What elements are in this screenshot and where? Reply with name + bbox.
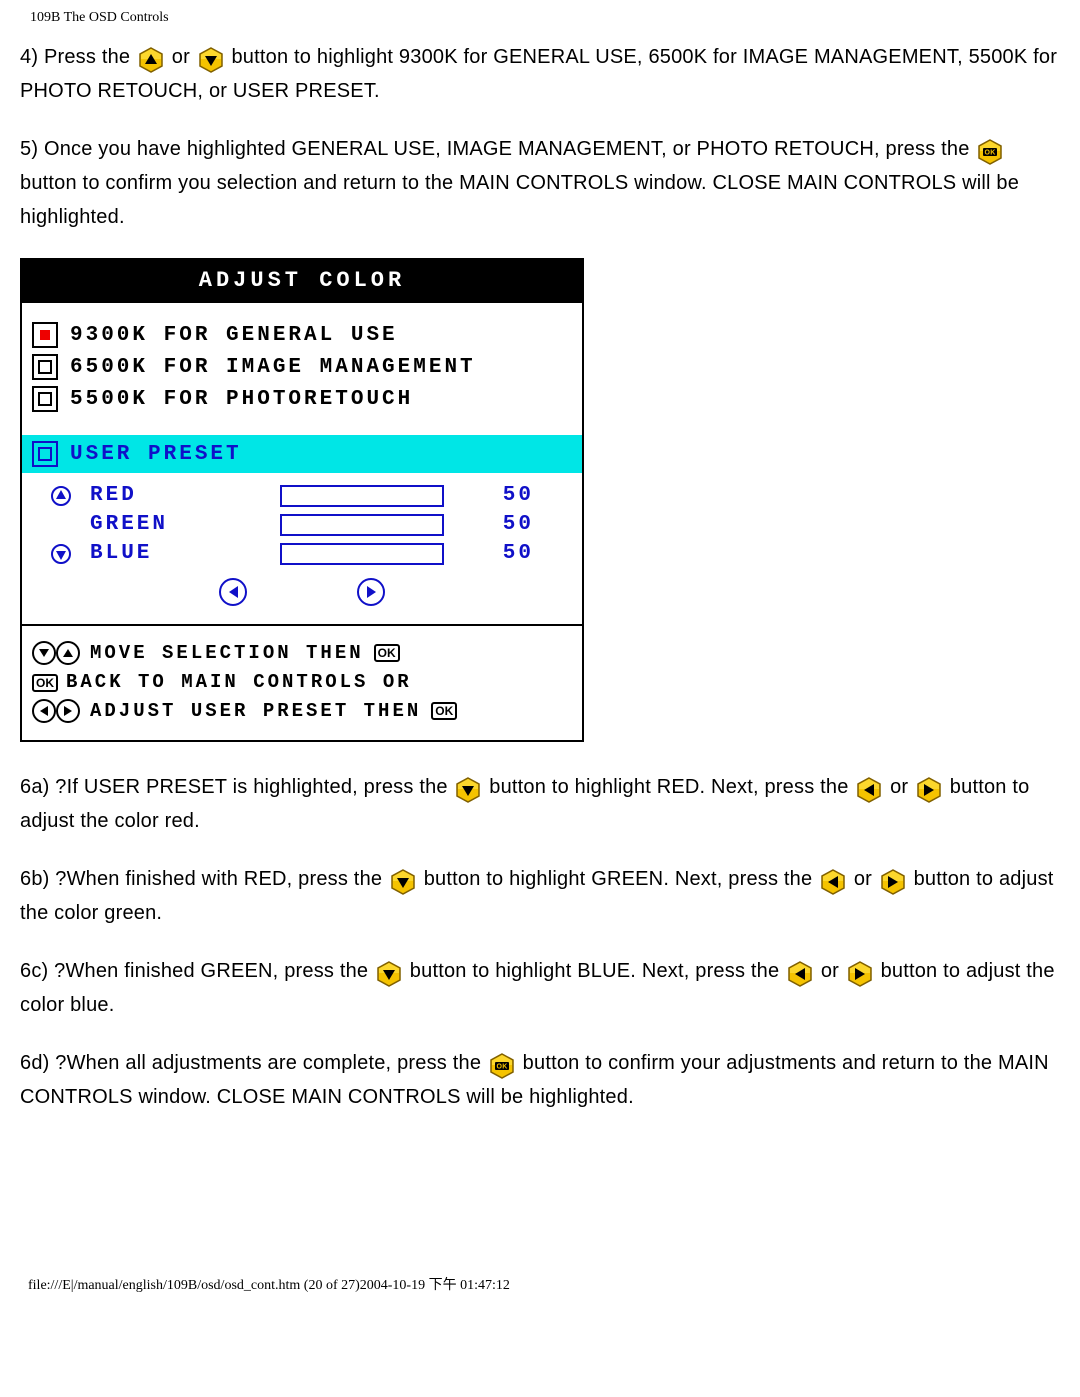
channel-row-blue[interactable]: BLUE 50 bbox=[32, 539, 572, 568]
hint-text: MOVE SELECTION THEN bbox=[90, 642, 364, 664]
text: button to confirm you selection and retu… bbox=[20, 172, 1019, 228]
right-arrow-icon bbox=[847, 961, 873, 987]
hint-row: OK BACK TO MAIN CONTROLS OR bbox=[32, 668, 572, 696]
text: button to highlight RED. Next, press the bbox=[489, 776, 854, 798]
osd-hints: MOVE SELECTION THEN OK OK BACK TO MAIN C… bbox=[22, 624, 582, 740]
step-4: 4) Press the or button to highlight 9300… bbox=[20, 40, 1060, 108]
channel-value: 50 bbox=[474, 484, 534, 507]
channel-value: 50 bbox=[474, 542, 534, 565]
channel-label: RED bbox=[76, 484, 280, 507]
channel-bar bbox=[280, 485, 444, 507]
right-arrow-icon bbox=[880, 869, 906, 895]
preset-option[interactable]: 5500K FOR PHOTORETOUCH bbox=[32, 383, 572, 415]
radio-icon bbox=[32, 322, 58, 348]
preset-option[interactable]: 9300K FOR GENERAL USE bbox=[32, 319, 572, 351]
page-footer: file:///E|/manual/english/109B/osd/osd_c… bbox=[28, 1274, 1060, 1294]
channel-bar bbox=[280, 514, 444, 536]
hint-text: ADJUST USER PRESET THEN bbox=[90, 700, 421, 722]
left-right-icon bbox=[32, 699, 80, 723]
channel-row-red[interactable]: RED 50 bbox=[32, 481, 572, 510]
right-button[interactable] bbox=[357, 578, 385, 606]
down-arrow-icon bbox=[198, 47, 224, 73]
text: button to highlight GREEN. Next, press t… bbox=[424, 868, 818, 890]
down-arrow-icon bbox=[390, 869, 416, 895]
ok-icon: OK bbox=[431, 702, 457, 720]
text: 6d) ?When all adjustments are complete, … bbox=[20, 1052, 487, 1074]
left-arrow-icon bbox=[787, 961, 813, 987]
text: 6a) ?If USER PRESET is highlighted, pres… bbox=[20, 776, 453, 798]
text: 4) Press the bbox=[20, 46, 136, 68]
text: or bbox=[854, 868, 878, 890]
left-arrow-icon bbox=[856, 777, 882, 803]
down-circle-icon bbox=[32, 543, 76, 565]
ok-icon: OK bbox=[374, 644, 400, 662]
osd-user-preset: USER PRESET RED 50 GREEN 50 BLUE 50 bbox=[22, 435, 582, 624]
channel-value: 50 bbox=[474, 513, 534, 536]
step-6b: 6b) ?When finished with RED, press the b… bbox=[20, 862, 1060, 930]
channel-label: BLUE bbox=[76, 542, 280, 565]
radio-icon bbox=[32, 441, 58, 467]
right-arrow-icon bbox=[916, 777, 942, 803]
ok-icon bbox=[489, 1053, 515, 1079]
up-circle-icon bbox=[32, 485, 76, 507]
left-button[interactable] bbox=[219, 578, 247, 606]
user-preset-label: USER PRESET bbox=[70, 443, 242, 466]
text: or bbox=[890, 776, 914, 798]
preset-label: 5500K FOR PHOTORETOUCH bbox=[70, 388, 413, 411]
ok-icon: OK bbox=[32, 671, 56, 693]
osd-preset-list: 9300K FOR GENERAL USE 6500K FOR IMAGE MA… bbox=[22, 303, 582, 435]
up-down-icon bbox=[32, 641, 80, 665]
hint-text: BACK TO MAIN CONTROLS OR bbox=[66, 671, 412, 693]
hint-row: ADJUST USER PRESET THEN OK bbox=[32, 696, 572, 726]
text: button to highlight BLUE. Next, press th… bbox=[410, 960, 785, 982]
step-5: 5) Once you have highlighted GENERAL USE… bbox=[20, 132, 1060, 234]
down-arrow-icon bbox=[455, 777, 481, 803]
channel-bar bbox=[280, 543, 444, 565]
up-arrow-icon bbox=[138, 47, 164, 73]
preset-label: 9300K FOR GENERAL USE bbox=[70, 324, 398, 347]
channel-row-green[interactable]: GREEN 50 bbox=[32, 510, 572, 539]
text: or bbox=[172, 46, 196, 68]
text: 5) Once you have highlighted GENERAL USE… bbox=[20, 138, 975, 160]
hint-row: MOVE SELECTION THEN OK bbox=[32, 638, 572, 668]
preset-label: 6500K FOR IMAGE MANAGEMENT bbox=[70, 356, 476, 379]
osd-window: ADJUST COLOR 9300K FOR GENERAL USE 6500K… bbox=[20, 258, 584, 742]
down-arrow-icon bbox=[376, 961, 402, 987]
preset-option[interactable]: 6500K FOR IMAGE MANAGEMENT bbox=[32, 351, 572, 383]
step-6d: 6d) ?When all adjustments are complete, … bbox=[20, 1046, 1060, 1114]
channel-label: GREEN bbox=[76, 513, 280, 536]
step-6a: 6a) ?If USER PRESET is highlighted, pres… bbox=[20, 770, 1060, 838]
osd-title: ADJUST COLOR bbox=[22, 260, 582, 303]
user-preset-option[interactable]: USER PRESET bbox=[22, 435, 582, 473]
radio-icon bbox=[32, 354, 58, 380]
text: or bbox=[821, 960, 845, 982]
left-right-controls bbox=[32, 578, 572, 606]
text: 6b) ?When finished with RED, press the bbox=[20, 868, 388, 890]
text: 6c) ?When finished GREEN, press the bbox=[20, 960, 374, 982]
page-header: 109B The OSD Controls bbox=[30, 10, 1060, 26]
radio-icon bbox=[32, 386, 58, 412]
left-arrow-icon bbox=[820, 869, 846, 895]
step-6c: 6c) ?When finished GREEN, press the butt… bbox=[20, 954, 1060, 1022]
ok-icon bbox=[977, 139, 1003, 165]
